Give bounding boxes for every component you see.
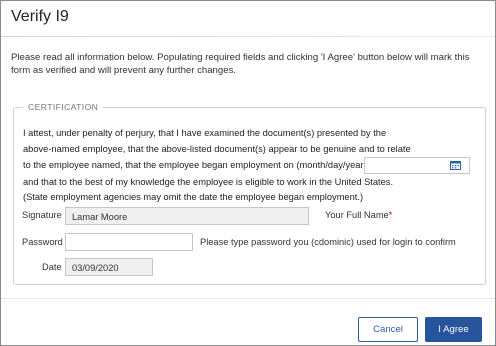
signature-label: Signature: [22, 210, 62, 220]
password-input[interactable]: [65, 233, 193, 251]
i-agree-button[interactable]: I Agree: [425, 317, 482, 342]
dialog-title: Verify I9: [11, 8, 69, 25]
attestation-line-4: and that to the best of my knowledge the…: [23, 177, 394, 187]
full-name-label: Your Full Name*: [325, 210, 392, 220]
full-name-required-asterisk: *: [388, 210, 393, 220]
password-hint: Please type password you (cdominic) used…: [200, 237, 456, 247]
certification-legend: CERTIFICATION: [23, 102, 104, 112]
verify-i9-dialog: Verify I9 Please read all information be…: [0, 0, 496, 346]
title-divider: [1, 36, 495, 37]
cancel-button[interactable]: Cancel: [358, 317, 418, 342]
footer-divider: [1, 298, 495, 299]
date-field: 03/09/2020: [65, 258, 153, 276]
full-name-label-text: Your Full Name: [325, 210, 389, 220]
attestation-line-3: to the employee named, that the employee…: [23, 160, 370, 170]
date-label: Date: [42, 262, 62, 272]
signature-field: Lamar Moore: [65, 207, 309, 225]
password-label: Password: [22, 237, 63, 247]
attestation-line-5: (State employment agencies may omit the …: [23, 192, 364, 202]
calendar-icon[interactable]: [450, 161, 461, 170]
attestation-line-3-text: to the employee named, that the employee…: [23, 160, 367, 170]
attestation-line-2: above-named employee, that the above-lis…: [23, 144, 411, 154]
attestation-line-1: I attest, under penalty of perjury, that…: [23, 128, 387, 138]
intro-text: Please read all information below. Popul…: [11, 52, 470, 76]
